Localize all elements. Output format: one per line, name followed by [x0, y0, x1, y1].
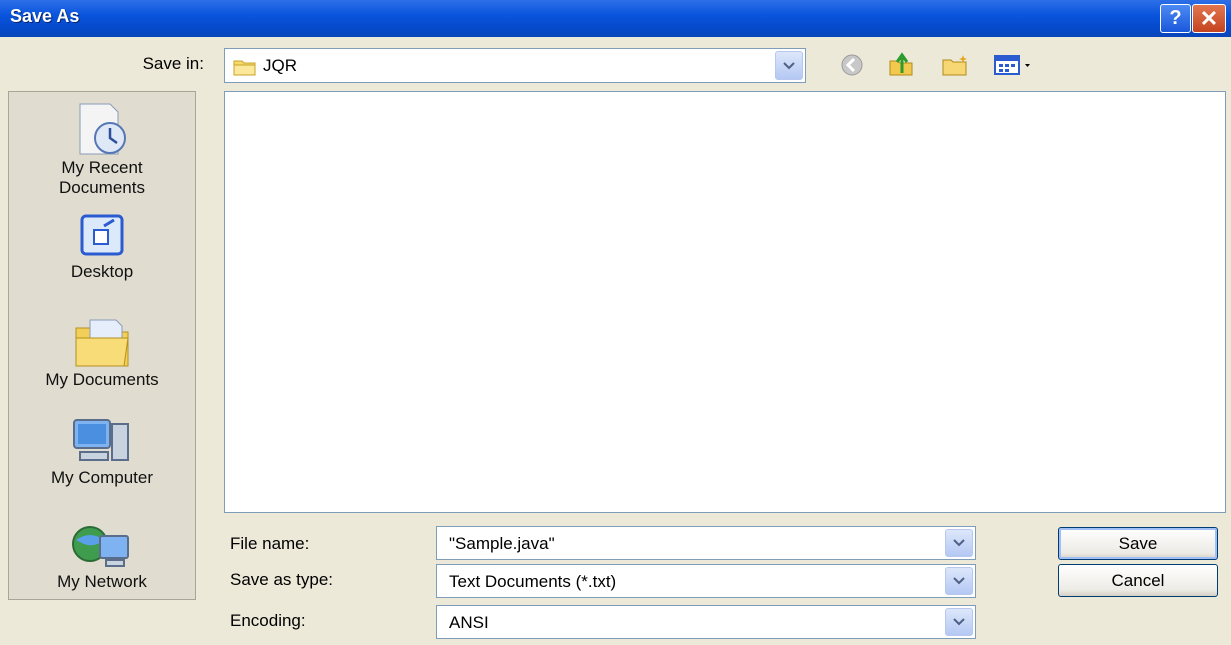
places-bar: My Recent Documents Desktop My Documents: [8, 91, 196, 600]
place-my-documents[interactable]: My Documents: [9, 314, 195, 390]
close-button[interactable]: ✕: [1192, 4, 1226, 33]
place-my-recent-documents[interactable]: My Recent Documents: [9, 100, 195, 198]
encoding-dropdown-button[interactable]: [945, 608, 973, 636]
file-name-label: File name:: [230, 534, 310, 553]
place-label: My Documents: [45, 370, 159, 389]
my-network-icon: [72, 526, 129, 567]
close-icon: ✕: [1199, 5, 1219, 31]
chevron-down-icon: [953, 618, 965, 626]
place-label: My Computer: [50, 468, 154, 487]
chevron-down-icon: [953, 577, 965, 585]
chevron-down-icon: [783, 61, 795, 69]
back-button[interactable]: [838, 50, 866, 80]
recent-documents-icon: [79, 103, 126, 155]
save-as-type-label: Save as type:: [230, 570, 334, 589]
my-computer-icon: [73, 419, 129, 461]
save-as-type-value: Text Documents (*.txt): [449, 572, 617, 591]
help-icon: ?: [1169, 7, 1182, 29]
cancel-button[interactable]: Cancel: [1058, 564, 1218, 597]
save-in-label: Save in:: [142, 54, 204, 73]
place-label: Desktop: [70, 262, 134, 281]
title-bar[interactable]: Save As ? ✕: [0, 0, 1231, 37]
save-in-dropdown-button[interactable]: [775, 51, 803, 80]
up-folder-icon: [889, 52, 913, 76]
place-label: Documents: [59, 178, 145, 197]
file-list[interactable]: [224, 91, 1226, 513]
view-menu-icon: [994, 55, 1030, 75]
save-in-dropdown[interactable]: JQR: [224, 48, 806, 83]
file-name-dropdown-button[interactable]: [945, 529, 973, 557]
file-name-input[interactable]: "Sample.java": [449, 534, 555, 554]
chevron-down-icon: [953, 539, 965, 547]
folder-icon: [233, 60, 256, 76]
save-as-dialog: Save As ? ✕ Save in: JQR My Recent Docum…: [0, 0, 1231, 645]
up-folder-button[interactable]: [886, 50, 918, 80]
encoding-value: ANSI: [449, 613, 489, 632]
place-label: My Recent: [61, 158, 143, 177]
encoding-dropdown[interactable]: ANSI: [436, 605, 976, 639]
place-my-computer[interactable]: My Computer: [9, 414, 195, 488]
window-title: Save As: [10, 6, 80, 26]
encoding-label: Encoding:: [230, 611, 306, 630]
new-folder-icon: [942, 55, 967, 76]
place-label: My Network: [57, 572, 147, 591]
save-as-type-dropdown[interactable]: Text Documents (*.txt): [436, 564, 976, 598]
my-documents-icon: [75, 319, 129, 367]
save-in-value: JQR: [263, 56, 297, 75]
back-icon: [841, 54, 863, 76]
place-my-network[interactable]: My Network: [9, 522, 195, 592]
file-name-combo[interactable]: "Sample.java": [436, 526, 976, 560]
save-as-type-dropdown-button[interactable]: [945, 567, 973, 595]
save-button[interactable]: Save: [1058, 527, 1218, 560]
place-desktop[interactable]: Desktop: [9, 212, 195, 282]
help-button[interactable]: ?: [1160, 4, 1191, 33]
view-menu-button[interactable]: [990, 50, 1042, 80]
desktop-icon: [80, 214, 124, 256]
new-folder-button[interactable]: [940, 50, 972, 80]
